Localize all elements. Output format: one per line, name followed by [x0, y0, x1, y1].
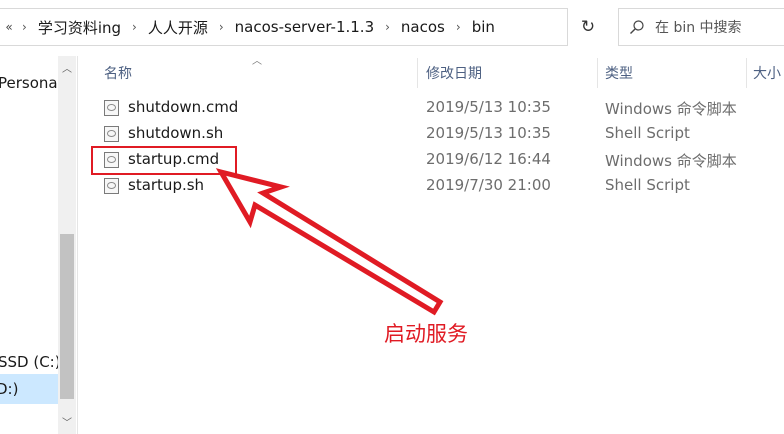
- annotation-arrow-icon: [215, 168, 444, 316]
- annotation-label: 启动服务: [384, 322, 468, 346]
